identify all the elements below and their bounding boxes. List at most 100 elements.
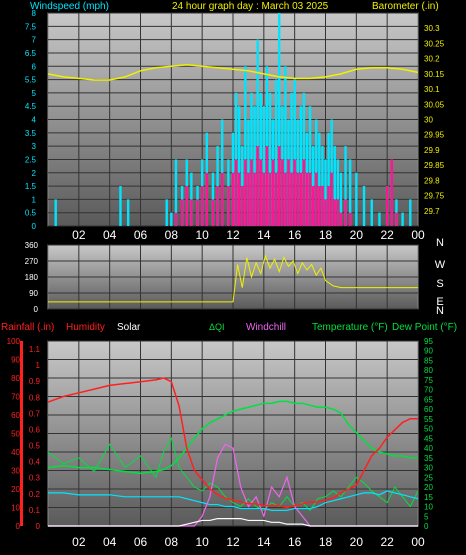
x-tick-label: 12 <box>226 535 240 549</box>
direction-y-tick-label: 0 <box>34 305 39 314</box>
barometer-y-tick-label: 29.9 <box>424 146 440 155</box>
x-tick-label: 02 <box>72 228 86 242</box>
x-tick-label: 18 <box>319 535 333 549</box>
temperature-y-tick-label: 20 <box>424 483 433 492</box>
temperature-y-tick-label: 70 <box>424 386 433 395</box>
wind-speed-bar <box>324 199 327 226</box>
wind-speed-bar <box>344 199 347 226</box>
x-tick-label: 00 <box>411 228 425 242</box>
direction-y-tick-label: 90 <box>29 289 38 298</box>
compass-label: S <box>436 278 443 290</box>
legend-windchill: Windchill <box>246 322 286 333</box>
wind-y-tick-label: 7 <box>32 36 37 45</box>
legend-solar: Solar <box>117 322 141 333</box>
wind-speed-bar <box>216 186 219 226</box>
wind-speed-bar <box>196 199 199 226</box>
wind-gust-bar <box>119 186 122 226</box>
wind-speed-bar <box>330 172 333 226</box>
wind-speed-bar <box>287 159 290 226</box>
rainfall-y-tick-label: 0.3 <box>29 474 41 483</box>
barometer-y-tick-label: 29.85 <box>424 161 445 170</box>
x-tick-label: 12 <box>226 228 240 242</box>
legend-temperature: Temperature (°F) <box>312 322 388 333</box>
x-tick-label: 20 <box>350 228 364 242</box>
humidity-y-tick-label: 20 <box>11 485 20 494</box>
x-tick-label: 08 <box>165 228 179 242</box>
wind-speed-bar <box>256 146 259 226</box>
rainfall-y-tick-label: 0.9 <box>29 377 41 386</box>
wind-gust-bar <box>401 212 404 226</box>
wind-speed-bar <box>290 172 293 226</box>
humidity-y-tick-label: 60 <box>11 411 20 420</box>
weather-graph-svg: Windspeed (mph) 24 hour graph day : Marc… <box>1 1 457 549</box>
rainfall-y-tick-label: 0 <box>36 522 41 531</box>
x-tick-label: 02 <box>72 535 86 549</box>
wind-speed-bar <box>247 172 250 226</box>
rainfall-y-tick-label: 0.7 <box>29 409 41 418</box>
windspeed-axis-label: Windspeed (mph) <box>30 1 109 12</box>
humidity-y-tick-label: 0 <box>16 522 21 531</box>
wind-speed-bar <box>315 172 318 226</box>
wind-speed-bar <box>271 159 275 226</box>
wind-speed-bar <box>250 159 253 226</box>
wind-y-tick-label: 5 <box>32 89 37 98</box>
direction-y-tick-label: 360 <box>25 241 39 250</box>
humidity-y-tick-label: 90 <box>11 356 20 365</box>
barometer-y-tick-label: 30.25 <box>424 39 445 48</box>
wind-gust-bar <box>362 186 366 226</box>
temperature-y-tick-label: 15 <box>424 493 433 502</box>
x-tick-label: 18 <box>319 228 333 242</box>
temperature-y-tick-label: 35 <box>424 454 433 463</box>
wind-speed-bar <box>305 172 309 226</box>
wind-speed-bar <box>311 186 315 226</box>
legend-rainfall: Rainfall (.in) <box>1 322 54 333</box>
wind-gust-bar <box>378 212 381 226</box>
wind-y-tick-label: 2 <box>32 169 37 178</box>
humidity-y-tick-label: 10 <box>11 504 20 513</box>
x-tick-label: 10 <box>195 228 209 242</box>
compass-label: W <box>435 259 446 271</box>
humidity-y-tick-label: 70 <box>11 393 20 402</box>
rainfall-y-tick-label: 0.4 <box>29 458 41 467</box>
barometer-y-tick-label: 30.15 <box>424 70 445 79</box>
wind-speed-bar <box>227 186 230 226</box>
wind-speed-bar <box>268 172 272 226</box>
x-tick-label: 10 <box>195 535 209 549</box>
wind-gust-bar <box>54 199 57 226</box>
direction-y-tick-label: 180 <box>25 273 39 282</box>
wind-speed-bar <box>348 212 352 226</box>
rainfall-y-tick-label: 0.2 <box>29 490 41 499</box>
wind-speed-bar <box>278 146 281 226</box>
wind-speed-bar <box>231 172 235 226</box>
x-tick-label: 08 <box>165 535 179 549</box>
humidity-y-tick-label: 30 <box>11 467 20 476</box>
wind-speed-bar <box>259 159 262 226</box>
wind-speed-bar <box>333 199 336 226</box>
rainfall-y-tick-label: 1.1 <box>29 345 41 354</box>
temperature-y-tick-label: 50 <box>424 425 433 434</box>
wind-speed-bar <box>211 199 215 226</box>
humidity-y-tick-label: 50 <box>11 430 20 439</box>
wind-speed-bar <box>253 172 256 226</box>
wind-speed-bar <box>174 212 178 226</box>
wind-y-tick-label: 0 <box>32 222 37 231</box>
graph-title: 24 hour graph day : March 03 2025 <box>172 1 329 12</box>
barometer-y-tick-label: 30 <box>424 116 433 125</box>
wind-y-tick-label: 5.5 <box>25 76 37 85</box>
temperature-y-tick-label: 30 <box>424 464 433 473</box>
wind-speed-bar <box>318 186 321 226</box>
barometer-y-tick-label: 29.95 <box>424 131 445 140</box>
wind-y-tick-label: 4.5 <box>25 102 37 111</box>
wind-speed-bar <box>299 172 303 226</box>
wind-gust-bar <box>370 199 373 226</box>
temperature-y-tick-label: 95 <box>424 337 433 346</box>
temperature-y-tick-label: 60 <box>424 405 433 414</box>
compass-label: N <box>436 237 444 249</box>
temperature-y-tick-label: 25 <box>424 473 433 482</box>
wind-speed-bar <box>234 159 238 226</box>
rainfall-y-tick-label: 0.1 <box>29 506 41 515</box>
barometer-axis-label: Barometer (.in) <box>372 1 439 12</box>
x-tick-label: 22 <box>380 228 394 242</box>
legend-aqi: ΔQI <box>209 322 225 332</box>
rainfall-y-tick-label: 0.8 <box>29 393 41 402</box>
